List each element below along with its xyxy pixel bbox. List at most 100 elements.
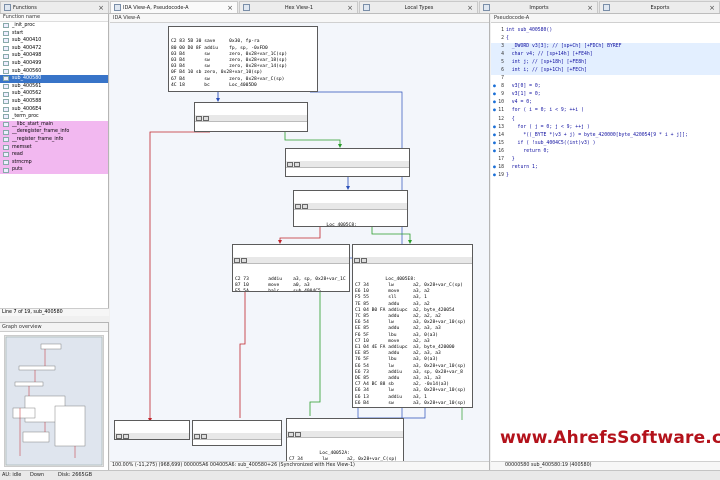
graph-overview-canvas[interactable] [4, 335, 104, 467]
function-list-item[interactable]: sub_400561 [0, 83, 108, 91]
pseudocode-line[interactable]: 3 _DWORD v3[3]; // [sp+Ch] [+FDCh] BYREF [491, 43, 720, 52]
node-graph-icon[interactable] [294, 161, 300, 167]
pseudocode-line[interactable]: 5 int j; // [sp+18h] [+FE8h] [491, 59, 720, 68]
breakpoint-dot-icon[interactable] [491, 51, 498, 59]
pseudocode-line[interactable]: ● 14 *((_BYTE *)v3 + j) = byte_420000[byt… [491, 132, 720, 140]
breakpoint-dot-icon[interactable] [491, 35, 498, 43]
tab-exports[interactable]: Exports × [599, 1, 720, 13]
close-icon[interactable]: × [586, 3, 594, 13]
function-list-item[interactable]: start [0, 30, 108, 38]
breakpoint-dot-icon[interactable] [491, 116, 498, 124]
node-color-icon[interactable] [196, 115, 202, 121]
breakpoint-dot-icon[interactable] [491, 59, 498, 67]
asm-line[interactable]: Loc_4005C8: [294, 223, 407, 226]
breakpoint-dot-icon[interactable]: ● [491, 132, 498, 140]
pseudocode-line[interactable]: 12 { [491, 116, 720, 124]
breakpoint-dot-icon[interactable]: ● [491, 148, 498, 156]
breakpoint-dot-icon[interactable] [491, 156, 498, 164]
function-list-item[interactable]: _init_proc [0, 22, 108, 30]
breakpoint-dot-icon[interactable]: ● [491, 124, 498, 132]
pseudocode-line[interactable]: ● 11 for ( i = 0; i < 9; ++i ) [491, 107, 720, 115]
pseudocode-line[interactable]: 17 } [491, 156, 720, 164]
tab-ida-view[interactable]: IDA View-A, Pseudocode-A × [110, 1, 238, 13]
pseudocode-line[interactable]: 7 [491, 75, 720, 83]
asm-line[interactable]: E6 34 lw a3, 0x28+var_10(sp) [353, 388, 472, 394]
graph-node-entry[interactable]: C2 83 5B 30 save 0x30, fp-ra 80 00 D0 8F … [168, 26, 318, 92]
node-color-icon[interactable] [116, 433, 122, 439]
function-list-item[interactable]: sub_400560 [0, 68, 108, 76]
function-list-item[interactable]: __register_frame_info [0, 135, 108, 144]
graph-node-return-one[interactable]: 81 D3 li a3, 1 [114, 420, 190, 440]
function-list-item[interactable]: __libc_start_main [0, 120, 108, 129]
node-graph-icon[interactable] [302, 203, 308, 209]
asm-line[interactable]: F5 5A balc sub_4004C5 [233, 289, 349, 291]
node-color-icon[interactable] [288, 431, 294, 437]
node-color-icon[interactable] [295, 203, 301, 209]
pseudocode-line[interactable]: ● 8 v3[0] = 0; [491, 83, 720, 91]
pseudocode-line[interactable]: 6 int i; // [sp+1Ch] [+FECh] [491, 67, 720, 76]
graph-node-return-zero[interactable]: 87 10 move a3, zero0E 18 bc Loc_4005E8 [192, 420, 282, 446]
pseudocode-line[interactable]: ● 19} [491, 172, 720, 180]
graph-node-call-block[interactable]: C2 73 addiu a3, sp, 0x28+var_1C 87 10 mov… [232, 244, 350, 292]
breakpoint-dot-icon[interactable] [491, 75, 498, 83]
node-graph-icon[interactable] [361, 257, 367, 263]
tab-local-types[interactable]: Local Types × [359, 1, 478, 13]
graph-node-loc-4005d0[interactable]: Loc_4005D0:E7 54 lw a3, 0x28+var_C(sp)F8… [194, 102, 308, 132]
breakpoint-dot-icon[interactable]: ● [491, 172, 498, 180]
graph-node-loc-4005e4[interactable]: Loc_4005E4:06 B4 sw zero, 0x28+var_10(sp… [285, 148, 410, 177]
close-icon[interactable]: × [466, 3, 474, 13]
node-graph-icon[interactable] [201, 433, 207, 439]
pseudocode-line[interactable]: 2{ [491, 35, 720, 43]
pseudocode-line[interactable]: ● 15 if ( !sub_4004C5((int)v3) ) [491, 140, 720, 148]
function-list-item[interactable]: sub_400562 [0, 90, 108, 98]
breakpoint-dot-icon[interactable]: ● [491, 164, 498, 172]
node-color-icon[interactable] [287, 161, 293, 167]
function-list-item[interactable]: sub_400498 [0, 52, 108, 60]
function-list-item[interactable]: sub_400580 [0, 75, 108, 83]
breakpoint-dot-icon[interactable]: ● [491, 99, 498, 107]
tab-hex-view[interactable]: Hex View-1 × [239, 1, 358, 13]
asm-line[interactable]: E6 54 lw a3, 0x28+var_10(sp) [353, 364, 472, 370]
graph-node-loc-4005c8[interactable]: Loc_4005C8:E6 54 lw a3, 0x28+var_10(sp)F… [293, 190, 408, 227]
breakpoint-dot-icon[interactable] [491, 67, 498, 75]
graph-node-loc-4005e8[interactable]: Loc_4005E8: C7 34 lw a2, 0x28+var_C(sp) E6… [352, 244, 473, 408]
asm-line[interactable]: E6 B4 sw a3, 0x28+var_10(sp) [353, 401, 472, 407]
node-graph-icon[interactable] [295, 431, 301, 437]
function-list-item[interactable]: strncmp [0, 158, 108, 167]
breakpoint-dot-icon[interactable] [491, 43, 498, 51]
node-color-icon[interactable] [234, 257, 240, 263]
pseudocode-line[interactable]: ● 10 v4 = 0; [491, 99, 720, 107]
pseudocode-line[interactable]: ● 9 v3[1] = 0; [491, 91, 720, 99]
function-list-item[interactable]: memset [0, 143, 108, 152]
breakpoint-dot-icon[interactable]: ● [491, 140, 498, 148]
node-color-icon[interactable] [194, 433, 200, 439]
function-list-item[interactable]: read [0, 151, 108, 159]
breakpoint-dot-icon[interactable]: ● [491, 91, 498, 99]
close-icon[interactable]: × [708, 3, 716, 13]
tab-functions[interactable]: Functions × [0, 1, 109, 13]
function-list-item[interactable]: sub_400588 [0, 98, 108, 106]
breakpoint-dot-icon[interactable]: ● [491, 107, 498, 115]
breakpoint-dot-icon[interactable] [491, 27, 498, 35]
pseudocode-line[interactable]: 1 int sub_400580() [491, 27, 720, 35]
pseudocode-line[interactable]: 4 char v4; // [sp+14h] [+FE4h] [491, 51, 720, 60]
node-graph-icon[interactable] [203, 115, 209, 121]
function-list-item[interactable]: _term_proc [0, 113, 108, 121]
pseudocode-line[interactable]: ● 18 return 1; [491, 164, 720, 172]
node-graph-icon[interactable] [123, 433, 129, 439]
pseudocode-editor[interactable]: 1 int sub_400580() 2{3 _DWORD v3[3]; // [s… [491, 27, 720, 180]
tab-imports[interactable]: Imports × [479, 1, 598, 13]
asm-line[interactable]: 4C 18 bc Loc_4005D0 [169, 83, 317, 89]
function-list-item[interactable]: sub_400472 [0, 45, 108, 53]
pseudocode-line[interactable]: ● 13 for ( j = 0; j < 9; ++j ) [491, 124, 720, 132]
function-list-item[interactable]: sub_400499 [0, 60, 108, 68]
graph-node-loc-40052a[interactable]: Loc_40052A:C7 34 lw a2, 0x28+var_C(sp)C6… [286, 418, 404, 463]
function-list-item[interactable]: sub_400410 [0, 37, 108, 45]
close-icon[interactable]: × [97, 3, 105, 13]
function-name-column-header[interactable]: Function name [0, 14, 108, 22]
breakpoint-dot-icon[interactable]: ● [491, 83, 498, 91]
node-graph-icon[interactable] [241, 257, 247, 263]
node-color-icon[interactable] [354, 257, 360, 263]
close-icon[interactable]: × [346, 3, 354, 13]
function-list-item[interactable]: sub_4006E4 [0, 106, 108, 114]
